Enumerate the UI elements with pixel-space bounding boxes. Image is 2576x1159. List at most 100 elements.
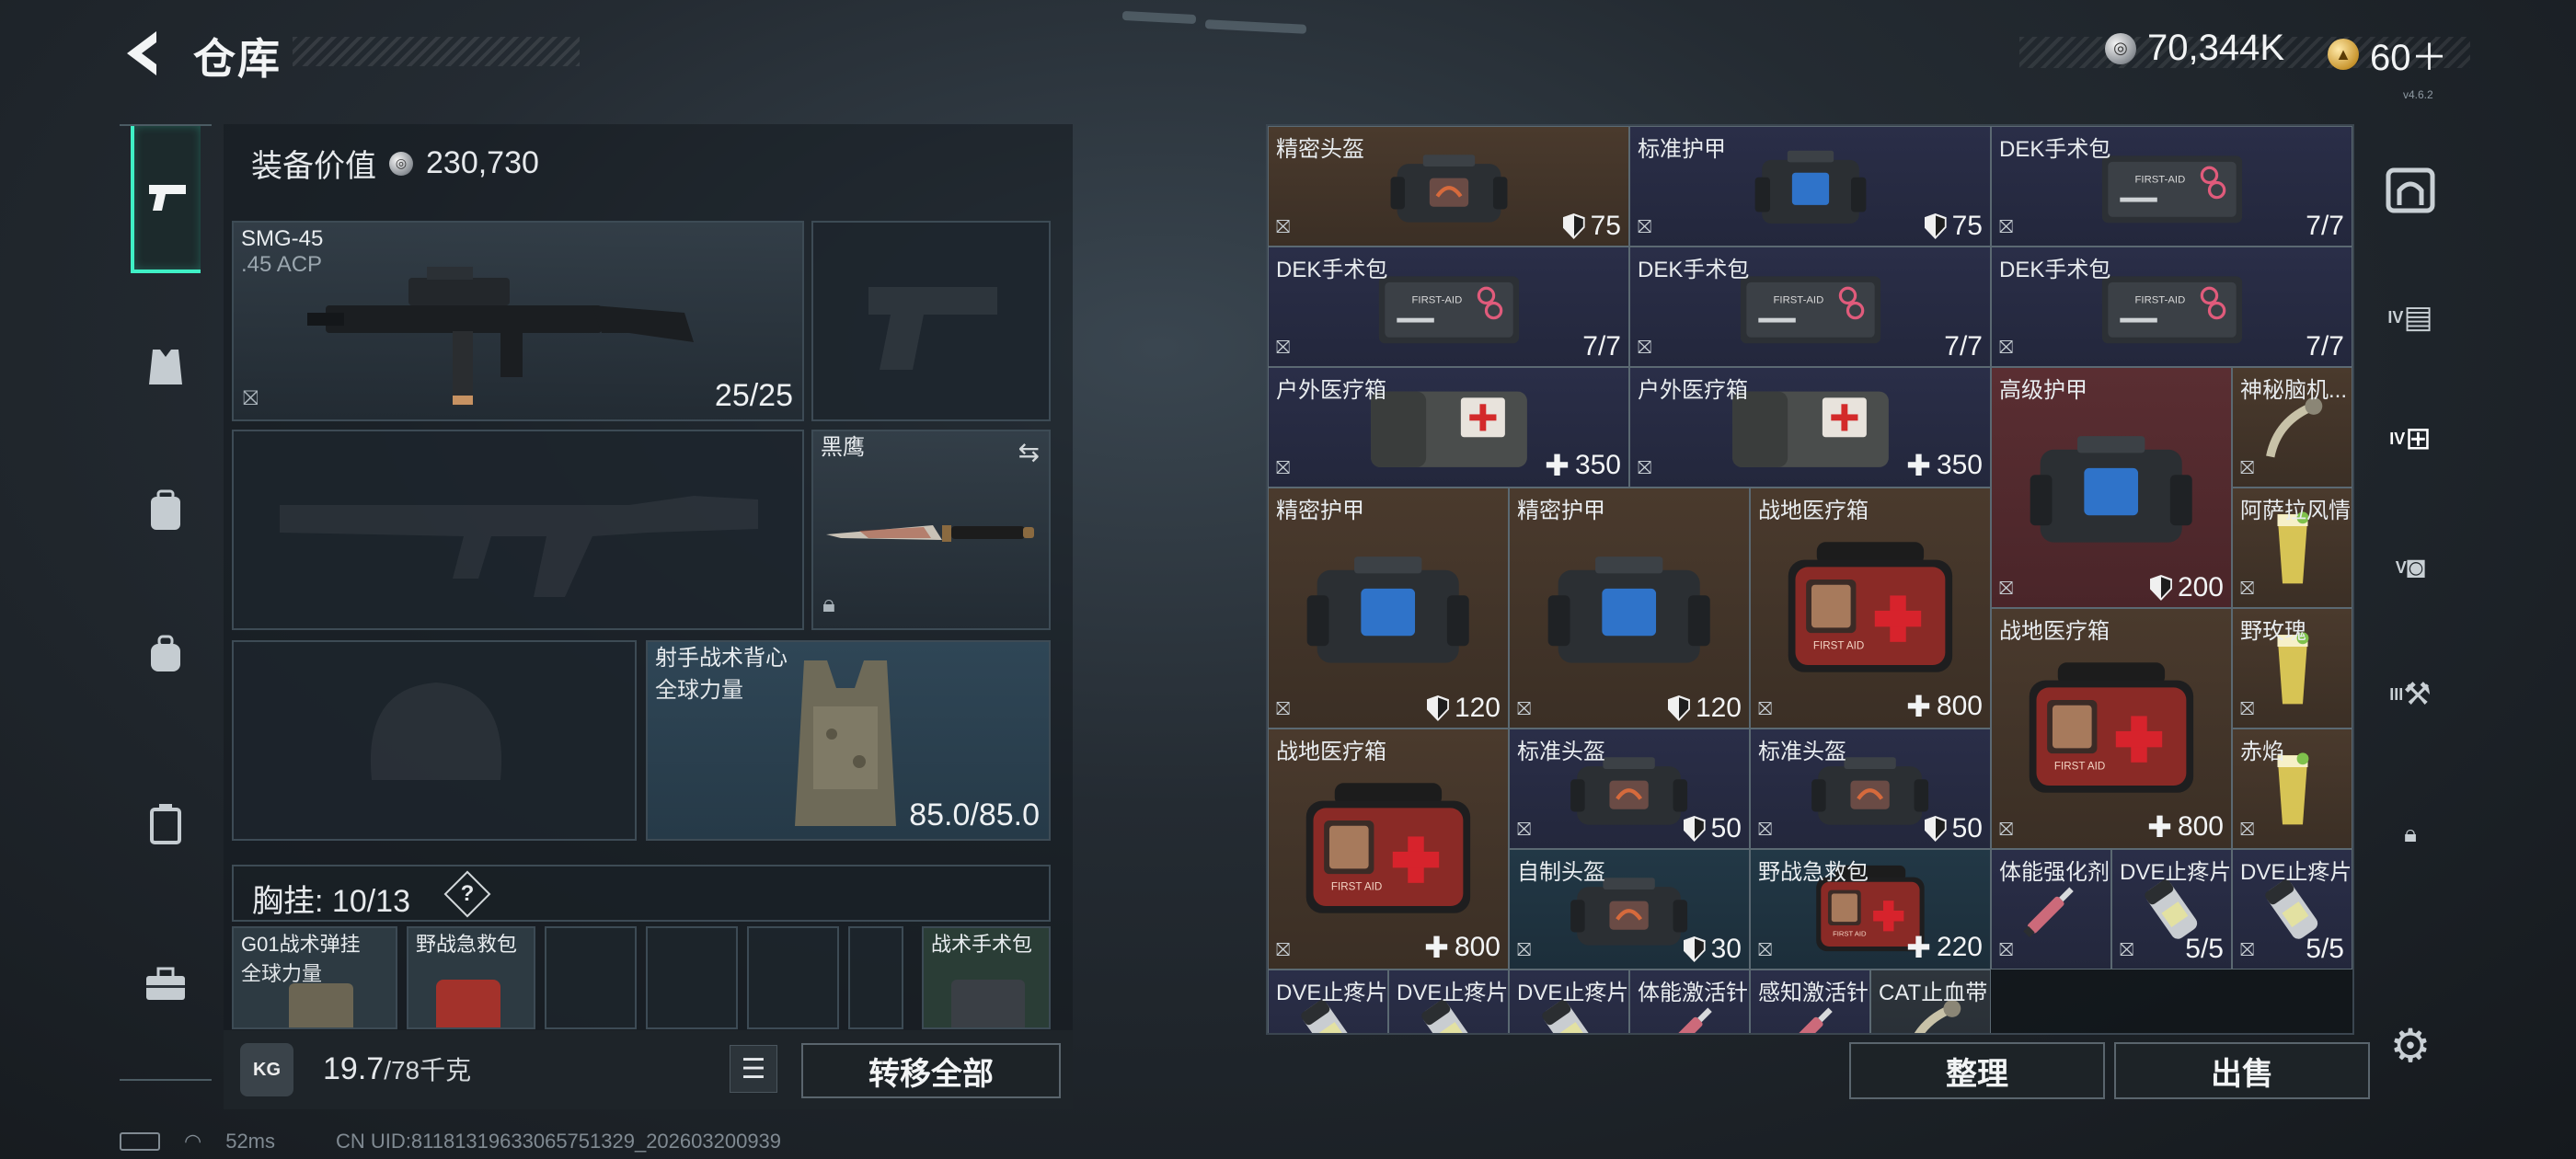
pocket-slot[interactable] [848,926,903,1029]
inventory-item[interactable]: FIRST AID 战地医疗箱 ⛝ ✚ 800 [1991,608,2232,849]
pocket-slot[interactable] [747,926,839,1029]
back-arrow-icon[interactable] [120,28,166,79]
inventory-item[interactable]: 体能激活针 [1629,970,1750,1033]
inventory-item[interactable]: 感知激活针 [1750,970,1870,1033]
inventory-item[interactable]: FIRST AID 野战急救包 ⛝ ✚ 220 [1750,849,1991,970]
inventory-item[interactable]: DVE止疼片 ⛝ 5/5 [2232,849,2352,970]
durability-shield-icon [1924,213,1947,239]
item-value-text: 5/5 [2185,934,2224,964]
gold-currency[interactable]: ▲ 60＋ [2328,28,2448,81]
durability-shield-icon [1426,695,1449,721]
sidebar-item-weapons[interactable] [131,126,201,273]
inventory-item[interactable]: 阿萨拉风情 ⛝ [2232,488,2352,608]
silver-currency[interactable]: ◎ 70,344K [2105,28,2284,69]
sort-button[interactable]: 整理 [1849,1042,2105,1099]
item-value: 7/7 [2306,211,2344,242]
item-value: 120 [1426,693,1501,724]
help-icon[interactable]: ? [443,870,491,918]
svg-text:FIRST AID: FIRST AID [1833,930,1867,938]
swap-icon[interactable]: ⇆ [1018,437,1040,467]
equipment-value-amount: 230,730 [426,145,539,180]
heal-plus-icon: ✚ [1906,690,1931,723]
item-value-text: 800 [1936,691,1983,721]
item-name: 战地医疗箱 [1758,499,1869,523]
inventory-item[interactable]: 精密头盔 ⛝ 75 [1268,126,1629,247]
settings-gear-icon[interactable]: ⚙ [2381,1016,2440,1075]
inventory-item[interactable]: 高级护甲 ⛝ 200 [1991,367,2232,608]
inventory-item[interactable]: FIRST AID 战地医疗箱 ⛝ ✚ 800 [1268,729,1509,970]
ping-text: 52ms [225,1130,275,1153]
inventory-item[interactable]: FIRST-AID DEK手术包 ⛝ 7/7 [1268,247,1629,367]
inventory-item[interactable]: 户外医疗箱 ⛝ ✚ 350 [1629,367,1991,488]
inventory-item[interactable]: FIRST AID 战地医疗箱 ⛝ ✚ 800 [1750,488,1991,729]
lock-icon: 🔒︎ [822,590,835,617]
pocket-slot[interactable] [646,926,738,1029]
pocket-slot[interactable]: 战术手术包 [922,926,1051,1029]
page-title: 仓库 [193,35,282,83]
tab-storage-iii[interactable]: III ⚒ [2381,665,2440,724]
inventory-item[interactable]: CAT止血带 [1870,970,1991,1033]
vest-image [795,660,896,826]
inventory-item[interactable]: 野玫瑰 ⛝ [2232,608,2352,729]
tab-storage-main[interactable] [2381,161,2440,220]
item-name: 精密护甲 [1276,499,1364,523]
melee-slot[interactable]: 黑鹰 ⇆ 🔒︎ [811,430,1051,630]
inventory-item[interactable]: 精密护甲 ⛝ 120 [1268,488,1509,729]
heal-plus-icon: ✚ [1906,931,1931,964]
inventory-item[interactable]: DVE止疼片 [1268,970,1388,1033]
inventory-item[interactable]: DVE止疼片 [1509,970,1629,1033]
inventory-item[interactable]: 标准护甲 ⛝ 75 [1629,126,1991,247]
transfer-all-button[interactable]: 转移全部 [801,1043,1061,1098]
item-name: 神秘脑机... [2240,378,2348,403]
untradeable-icon: ⛝ [2240,458,2255,478]
armor-slot[interactable]: 射手战术背心 全球力量 85.0/85.0 [646,640,1051,841]
inventory-item[interactable]: DVE止疼片 [1388,970,1509,1033]
pistol-slot[interactable] [811,221,1051,421]
inventory-item[interactable]: 自制头盔 ⛝ 30 [1509,849,1750,970]
item-value: ✚ 800 [1906,689,1983,724]
rifle-silhouette-icon [280,496,758,597]
sell-button[interactable]: 出售 [2114,1042,2370,1099]
item-name: DVE止疼片 [1276,981,1388,1005]
inventory-item[interactable]: FIRST-AID DEK手术包 ⛝ 7/7 [1991,126,2352,247]
item-name: DEK手术包 [1276,258,1388,282]
weight-readout: 19.7/78千克 [323,1050,471,1087]
tab-storage-iv-a[interactable]: IV ▤ [2381,288,2440,347]
tab-tier-label: III [2389,684,2404,704]
tab-storage-v[interactable]: V ◙ [2381,538,2440,597]
pocket-slot[interactable]: 野战急救包 [407,926,535,1029]
sidebar-item-toolbox[interactable] [131,949,201,1019]
sidebar-item-backpack[interactable] [131,476,201,545]
sidebar-item-bag[interactable] [131,618,201,688]
pocket-slot[interactable] [545,926,637,1029]
helmet-slot[interactable] [232,640,637,841]
item-name: 感知激活针 [1758,981,1869,1005]
inventory-item[interactable]: 体能强化剂 ⛝ [1991,849,2111,970]
inventory-item[interactable]: 精密护甲 ⛝ 120 [1509,488,1750,729]
item-value: 7/7 [2306,331,2344,362]
inventory-item[interactable]: 赤焰 ⛝ [2232,729,2352,849]
item-name: CAT止血带 [1879,981,1988,1005]
equipment-value-label: 装备价值 [251,149,376,184]
inventory-item[interactable]: FIRST-AID DEK手术包 ⛝ 7/7 [1629,247,1991,367]
sidebar-item-rig[interactable] [131,333,201,403]
primary-weapon-slot[interactable]: SMG-45 .45 ACP ⛝ 25/25 [232,221,804,421]
inventory-item[interactable]: 户外医疗箱 ⛝ ✚ 350 [1268,367,1629,488]
pocket-slot[interactable]: G01战术弹挂 全球力量 [232,926,397,1029]
item-value-text: 75 [1951,211,1983,241]
untradeable-icon: ⛝ [2240,579,2255,599]
inventory-item[interactable]: DVE止疼片 ⛝ 5/5 [2111,849,2232,970]
helmet-silhouette-icon [370,683,502,780]
untradeable-icon: ⛝ [1517,820,1532,840]
svg-text:FIRST-AID: FIRST-AID [1411,294,1462,305]
svg-text:FIRST-AID: FIRST-AID [2134,294,2185,305]
inventory-item[interactable]: FIRST-AID DEK手术包 ⛝ 7/7 [1991,247,2352,367]
untradeable-icon: ⛝ [243,386,259,409]
secondary-weapon-slot[interactable] [232,430,804,630]
inventory-item[interactable]: 标准头盔 ⛝ 50 [1509,729,1750,849]
inventory-item[interactable]: 神秘脑机... ⛝ [2232,367,2352,488]
tab-storage-iv-b[interactable]: IV ⊞ [2381,409,2440,468]
sidebar-item-case[interactable] [131,788,201,858]
inventory-item[interactable]: 标准头盔 ⛝ 50 [1750,729,1991,849]
list-view-icon[interactable]: ☰ [730,1045,777,1093]
